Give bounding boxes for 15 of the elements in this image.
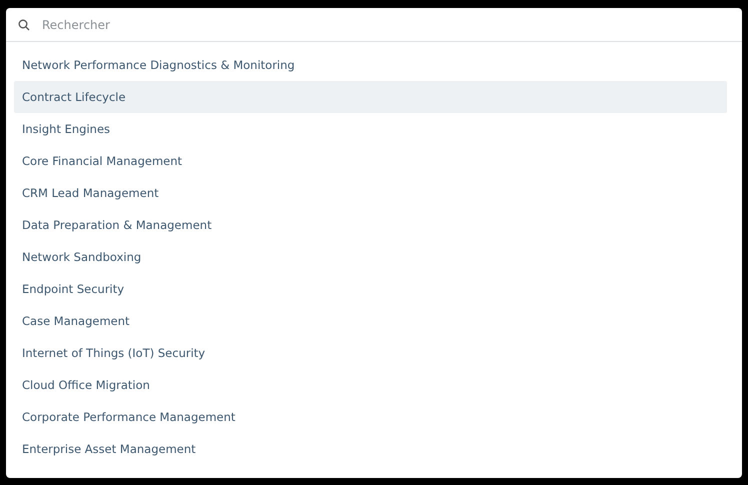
list-item[interactable]: Contract Lifecycle [14,81,727,113]
search-field[interactable]: Rechercher [42,18,730,32]
list-item[interactable]: Internet of Things (IoT) Security [14,337,727,369]
list-item[interactable]: Data Preparation & Management [14,209,727,241]
list-item[interactable]: Cloud Office Migration [14,369,727,401]
list-item[interactable]: CRM Lead Management [14,177,727,209]
list-item[interactable]: Enterprise Asset Management [14,433,727,465]
list-item[interactable]: Insight Engines [14,113,727,145]
list-item[interactable]: Case Management [14,305,727,337]
list-item[interactable]: Network Performance Diagnostics & Monitoring [14,49,727,81]
list-item[interactable]: Corporate Performance Management [14,401,727,433]
list-item[interactable]: Core Financial Management [14,145,727,177]
search-icon [18,18,30,30]
list-item[interactable]: Network Sandboxing [14,241,727,273]
list-item[interactable]: Endpoint Security [14,273,727,305]
